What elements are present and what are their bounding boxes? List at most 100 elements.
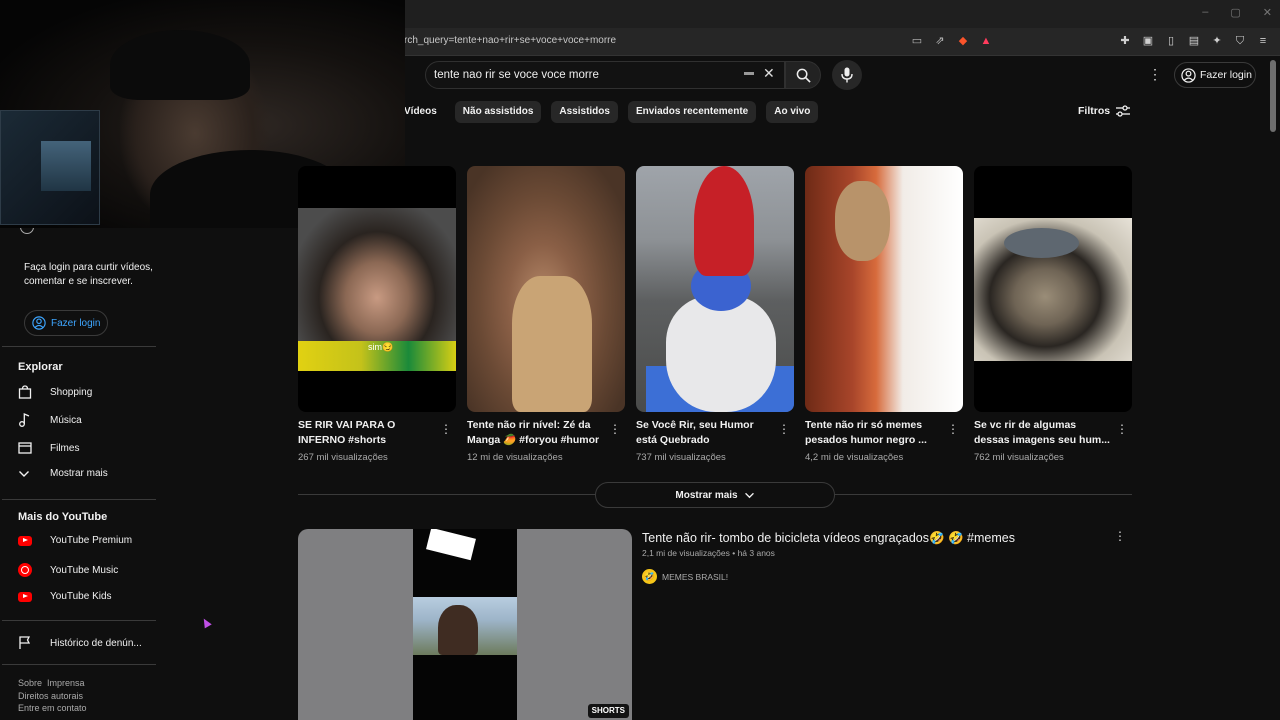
voice-search-button[interactable] bbox=[832, 60, 862, 90]
chip-recently-uploaded[interactable]: Enviados recentemente bbox=[627, 101, 757, 123]
brave-shields-icon[interactable]: ◆ bbox=[956, 34, 970, 48]
short-card[interactable]: Se vc rir de algumas dessas imagens seu … bbox=[974, 166, 1132, 463]
sidebar-divider bbox=[2, 499, 156, 500]
filters-button[interactable]: Filtros bbox=[1078, 105, 1131, 117]
leo-ai-icon[interactable]: ✦ bbox=[1210, 34, 1224, 48]
extension-icon[interactable]: ▣ bbox=[1141, 34, 1155, 48]
thumbnail-emoji: sim😏 bbox=[368, 342, 394, 352]
sidebar-item-label: YouTube Kids bbox=[50, 591, 112, 602]
sidebar-item-label: Shopping bbox=[50, 386, 93, 398]
window-controls: – ▢ ✕ bbox=[1202, 6, 1272, 19]
shopping-bag-icon bbox=[18, 385, 32, 399]
short-menu-icon[interactable]: ⋮ bbox=[778, 422, 790, 436]
short-title[interactable]: Se Você Rir, seu Humor está Quebrado bbox=[636, 418, 772, 448]
short-title[interactable]: Tente não rir nível: Zé da Manga 🥭 #fory… bbox=[467, 418, 603, 448]
chip-videos[interactable]: Vídeos bbox=[398, 101, 445, 123]
minimize-button[interactable]: – bbox=[1202, 6, 1208, 19]
sidebar-item-label: Mostrar mais bbox=[50, 468, 108, 479]
sidebar-item-shopping[interactable]: Shopping bbox=[18, 385, 92, 399]
explore-heading: Explorar bbox=[18, 361, 63, 373]
footer-link-press[interactable]: Imprensa bbox=[47, 678, 85, 688]
video-title[interactable]: Tente não rir- tombo de bicicleta vídeos… bbox=[642, 531, 1015, 546]
sidebar-item-music[interactable]: Música bbox=[18, 413, 82, 427]
page-scrollbar[interactable] bbox=[1270, 60, 1276, 132]
search-icon bbox=[796, 68, 811, 83]
header-login-label: Fazer login bbox=[1200, 69, 1252, 81]
music-note-icon bbox=[19, 413, 30, 427]
chevron-down-icon bbox=[19, 470, 29, 477]
shorts-badge: SHORTS bbox=[587, 704, 629, 718]
short-card[interactable]: Tente não rir nível: Zé da Manga 🥭 #fory… bbox=[467, 166, 625, 463]
browser-menu-icon[interactable]: ≡ bbox=[1256, 34, 1270, 48]
footer-link-about[interactable]: Sobre bbox=[18, 678, 42, 688]
filters-label: Filtros bbox=[1078, 105, 1111, 117]
short-thumbnail[interactable] bbox=[467, 166, 625, 412]
cast-icon[interactable]: ▭ bbox=[910, 34, 924, 48]
maximize-button[interactable]: ▢ bbox=[1230, 6, 1240, 19]
short-thumbnail[interactable] bbox=[636, 166, 794, 412]
vpn-icon[interactable]: ⛉ bbox=[1233, 34, 1247, 48]
more-from-youtube-heading: Mais do YouTube bbox=[18, 511, 108, 523]
chip-watched[interactable]: Assistidos bbox=[551, 101, 618, 123]
sidebar-login-button[interactable]: Fazer login bbox=[24, 310, 108, 336]
footer-link-copyright[interactable]: Direitos autorais bbox=[18, 690, 90, 703]
sidebar-toggle-icon[interactable]: ▯ bbox=[1164, 34, 1178, 48]
short-card[interactable]: Se Você Rir, seu Humor está Quebrado 737… bbox=[636, 166, 794, 463]
short-views: 4,2 mi de visualizações bbox=[805, 452, 904, 463]
sidebar-item-youtube-premium[interactable]: YouTube Premium bbox=[18, 535, 132, 546]
address-bar-icons: ▭ ⇗ ◆ ▲ bbox=[910, 34, 993, 48]
youtube-premium-icon bbox=[18, 535, 32, 546]
footer-link-contact[interactable]: Entre em contato bbox=[18, 702, 90, 715]
share-icon[interactable]: ⇗ bbox=[933, 34, 947, 48]
short-menu-icon[interactable]: ⋮ bbox=[947, 422, 959, 436]
short-title[interactable]: Se vc rir de algumas dessas imagens seu … bbox=[974, 418, 1110, 448]
clear-search-icon[interactable]: ✕ bbox=[763, 65, 775, 82]
microphone-icon bbox=[841, 67, 853, 83]
sidebar-item-label: Histórico de denún... bbox=[50, 637, 142, 649]
address-bar[interactable]: rch_query=tente+nao+rir+se+voce+voce+mor… bbox=[404, 35, 616, 46]
extensions-icon[interactable]: ✚ bbox=[1118, 34, 1132, 48]
short-views: 267 mil visualizações bbox=[298, 452, 388, 463]
sidebar-login-label: Fazer login bbox=[51, 317, 101, 329]
close-window-button[interactable]: ✕ bbox=[1263, 6, 1272, 19]
background-monitor bbox=[0, 110, 100, 225]
video-thumbnail[interactable]: SHORTS bbox=[298, 529, 632, 720]
chip-not-watched[interactable]: Não assistidos bbox=[454, 101, 542, 123]
sidebar-item-report-history[interactable]: Histórico de denún... bbox=[18, 636, 142, 650]
sidebar-show-more[interactable]: Mostrar mais bbox=[18, 468, 108, 479]
wallet-icon[interactable]: ▤ bbox=[1187, 34, 1201, 48]
chip-live[interactable]: Ao vivo bbox=[766, 101, 819, 123]
channel-name[interactable]: MEMES BRASIL! bbox=[662, 572, 728, 582]
short-thumbnail[interactable] bbox=[805, 166, 963, 412]
keyboard-icon[interactable]: ▬ bbox=[744, 67, 758, 81]
short-views: 12 mi de visualizações bbox=[467, 452, 563, 463]
short-thumbnail[interactable] bbox=[974, 166, 1132, 412]
show-more-button[interactable]: Mostrar mais bbox=[595, 482, 835, 508]
search-input-value: tente nao rir se voce voce morre bbox=[434, 69, 599, 81]
sidebar-login-prompt: Faça login para curtir vídeos, comentar … bbox=[24, 262, 153, 287]
film-icon bbox=[18, 442, 32, 454]
brave-rewards-icon[interactable]: ▲ bbox=[979, 34, 993, 48]
channel-avatar[interactable]: 🤣 bbox=[642, 569, 657, 584]
short-thumbnail[interactable]: sim😏 bbox=[298, 166, 456, 412]
short-menu-icon[interactable]: ⋮ bbox=[1116, 422, 1128, 436]
search-button[interactable] bbox=[785, 61, 821, 89]
video-channel[interactable]: 🤣 MEMES BRASIL! bbox=[642, 569, 728, 584]
sidebar-item-youtube-music[interactable]: YouTube Music bbox=[18, 563, 118, 577]
flag-icon bbox=[19, 636, 31, 649]
short-menu-icon[interactable]: ⋮ bbox=[440, 422, 452, 436]
short-title[interactable]: Tente não rir só memes pesados humor neg… bbox=[805, 418, 941, 448]
youtube-music-icon bbox=[18, 563, 32, 577]
short-views: 762 mil visualizações bbox=[974, 452, 1064, 463]
sidebar-item-youtube-kids[interactable]: YouTube Kids bbox=[18, 591, 112, 602]
short-title[interactable]: SE RIR VAI PARA O INFERNO #shorts bbox=[298, 418, 434, 448]
search-input[interactable]: tente nao rir se voce voce morre bbox=[425, 61, 785, 89]
short-card[interactable]: sim😏 SE RIR VAI PARA O INFERNO #shorts 2… bbox=[298, 166, 456, 463]
settings-menu-icon[interactable]: ⋮ bbox=[1148, 66, 1162, 83]
extension-icons: ✚ ▣ ▯ ▤ ✦ ⛉ ≡ bbox=[1118, 34, 1270, 48]
sidebar-item-movies[interactable]: Filmes bbox=[18, 441, 79, 455]
short-card[interactable]: Tente não rir só memes pesados humor neg… bbox=[805, 166, 963, 463]
header-login-button[interactable]: Fazer login bbox=[1174, 62, 1256, 88]
short-menu-icon[interactable]: ⋮ bbox=[609, 422, 621, 436]
video-menu-icon[interactable]: ⋮ bbox=[1114, 529, 1126, 543]
